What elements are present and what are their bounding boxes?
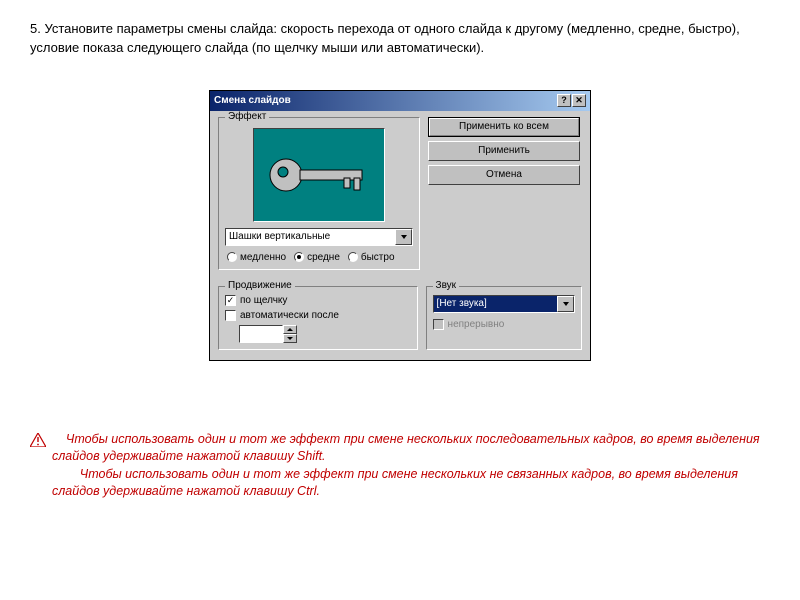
key-icon [266,150,372,200]
dropdown-button[interactable] [557,296,574,312]
spin-down[interactable] [283,334,297,343]
titlebar[interactable]: Смена слайдов ? ✕ [210,91,590,111]
warning-note: Чтобы использовать один и тот же эффект … [30,431,770,501]
auto-after-checkbox[interactable]: автоматически после [225,310,411,321]
advance-group: Продвижение ✓ по щелчку автоматически по… [218,286,418,350]
speed-medium-radio[interactable]: средне [294,252,340,263]
speed-fast-radio[interactable]: быстро [348,252,395,263]
sound-value: [Нет звука] [434,296,557,312]
apply-all-button[interactable]: Применить ко всем [428,117,580,137]
checkbox-icon [433,319,444,330]
sound-combobox[interactable]: [Нет звука] [433,295,575,313]
effect-value: Шашки вертикальные [226,229,395,245]
warning-icon [30,433,46,447]
instruction-text: 5. Установите параметры смены слайда: ск… [30,20,770,58]
effect-combobox[interactable]: Шашки вертикальные [225,228,413,246]
effect-group: Эффект Шашки в [218,117,420,270]
checkbox-icon [225,310,236,321]
auto-after-spinner[interactable] [239,325,297,343]
chevron-down-icon [563,302,569,306]
chevron-down-icon [401,235,407,239]
advance-legend: Продвижение [225,280,295,291]
note-p1: Чтобы использовать один и тот же эффект … [52,432,760,464]
dialog-title: Смена слайдов [214,95,291,106]
on-click-checkbox[interactable]: ✓ по щелчку [225,295,411,306]
checkbox-icon: ✓ [225,295,236,306]
speed-slow-radio[interactable]: медленно [227,252,286,263]
close-button[interactable]: ✕ [572,94,586,107]
sound-group: Звук [Нет звука] непрерывно [426,286,582,350]
loop-checkbox: непрерывно [433,319,575,330]
slide-transition-dialog: Смена слайдов ? ✕ Эффект [209,90,591,361]
note-p2: Чтобы использовать один и тот же эффект … [52,467,738,499]
dropdown-button[interactable] [395,229,412,245]
effect-preview [253,128,385,222]
spin-up[interactable] [283,325,297,334]
sound-legend: Звук [433,280,460,291]
apply-button[interactable]: Применить [428,141,580,161]
cancel-button[interactable]: Отмена [428,165,580,185]
help-button[interactable]: ? [557,94,571,107]
effect-legend: Эффект [225,111,269,122]
